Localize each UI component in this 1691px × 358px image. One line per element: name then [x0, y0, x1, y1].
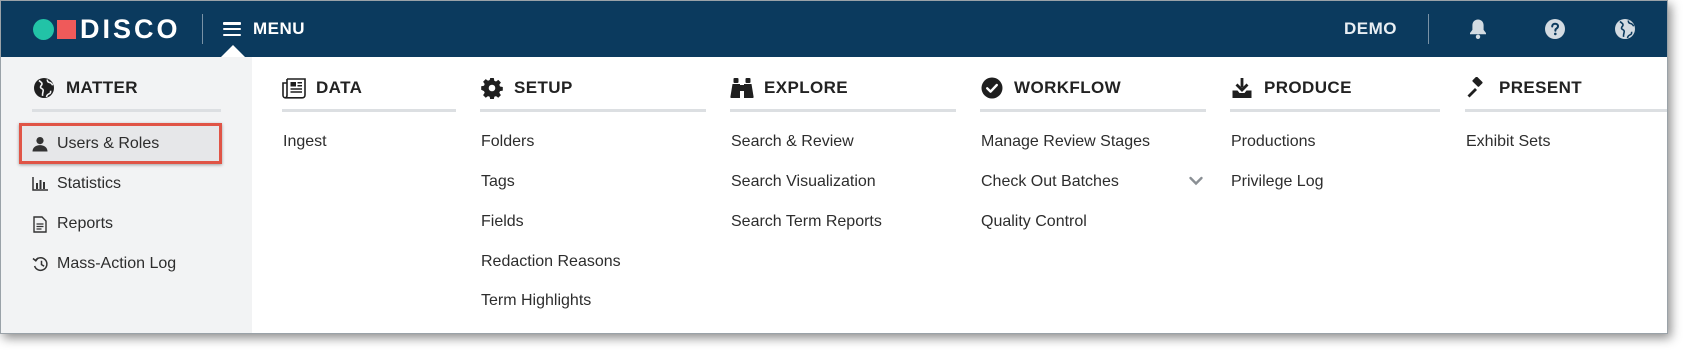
item-label: Reports	[57, 215, 114, 232]
globe-icon	[32, 76, 56, 100]
matter-item-mass-action-log[interactable]: Mass-Action Log	[31, 253, 176, 275]
heading-rule	[480, 109, 706, 112]
matter-item-users-roles[interactable]: Users & Roles	[31, 133, 159, 155]
history-icon	[31, 255, 49, 273]
workflow-item-quality-control[interactable]: Quality Control	[981, 211, 1087, 233]
data-item-ingest[interactable]: Ingest	[283, 131, 327, 153]
bell-icon[interactable]	[1466, 17, 1490, 41]
workflow-heading: WORKFLOW	[980, 75, 1121, 101]
chevron-down-icon[interactable]	[1188, 173, 1204, 189]
heading-rule	[282, 109, 456, 112]
item-label: Statistics	[57, 175, 122, 192]
user-icon	[31, 135, 49, 153]
gear-icon	[480, 76, 504, 100]
disco-window: DISCO MENU DEMO MATTER Users & Roles Sta…	[0, 0, 1668, 334]
logo-square	[57, 19, 76, 39]
divider	[202, 14, 203, 44]
workflow-item-check-out-batches[interactable]: Check Out Batches	[981, 171, 1119, 193]
globe-icon[interactable]	[1613, 17, 1637, 41]
present-item-exhibit-sets[interactable]: Exhibit Sets	[1466, 131, 1550, 153]
matter-item-reports[interactable]: Reports	[31, 213, 113, 235]
help-icon[interactable]	[1543, 17, 1567, 41]
explore-item-search-term-reports[interactable]: Search Term Reports	[731, 211, 882, 233]
matter-column: MATTER Users & Roles Statistics Reports …	[1, 57, 252, 333]
explore-item-search-visualization[interactable]: Search Visualization	[731, 171, 876, 193]
setup-item-term-highlights[interactable]: Term Highlights	[481, 290, 591, 312]
menu-label: MENU	[253, 19, 306, 38]
binoculars-icon	[730, 76, 754, 100]
produce-item-productions[interactable]: Productions	[1231, 131, 1316, 153]
item-label: Mass-Action Log	[57, 255, 177, 272]
explore-item-search-review[interactable]: Search & Review	[731, 131, 854, 153]
divider	[1428, 14, 1429, 44]
setup-item-folders[interactable]: Folders	[481, 131, 534, 153]
produce-heading: PRODUCE	[1230, 75, 1352, 101]
menu-button[interactable]: MENU	[223, 16, 305, 42]
hamburger-icon	[223, 22, 241, 36]
setup-item-fields[interactable]: Fields	[481, 211, 524, 233]
explore-heading: EXPLORE	[730, 75, 848, 101]
heading-rule	[1230, 109, 1440, 112]
matter-item-statistics[interactable]: Statistics	[31, 173, 121, 195]
bar-chart-icon	[31, 175, 49, 193]
logo-text: DISCO	[80, 14, 181, 44]
heading-rule	[1465, 109, 1667, 112]
setup-item-tags[interactable]: Tags	[481, 171, 515, 193]
produce-item-privilege-log[interactable]: Privilege Log	[1231, 171, 1324, 193]
environment-label[interactable]: DEMO	[1344, 19, 1397, 39]
setup-heading: SETUP	[480, 75, 573, 101]
newspaper-icon	[282, 76, 306, 100]
present-heading: PRESENT	[1465, 75, 1582, 101]
workflow-item-manage-review-stages[interactable]: Manage Review Stages	[981, 131, 1150, 153]
document-icon	[31, 215, 49, 233]
setup-item-redaction-reasons[interactable]: Redaction Reasons	[481, 251, 621, 273]
heading-rule	[980, 109, 1206, 112]
mega-menu-panel: MATTER Users & Roles Statistics Reports …	[1, 57, 1667, 333]
item-label: Users & Roles	[57, 135, 160, 152]
logo-dot	[33, 18, 54, 40]
download-tray-icon	[1230, 76, 1254, 100]
top-bar: DISCO MENU DEMO	[1, 1, 1667, 58]
disco-logo[interactable]: DISCO	[33, 15, 181, 43]
heading-rule	[730, 109, 956, 112]
heading-rule	[32, 109, 221, 112]
check-circle-icon	[980, 76, 1004, 100]
gavel-icon	[1465, 76, 1489, 100]
matter-heading: MATTER	[32, 75, 138, 101]
data-heading: DATA	[282, 75, 362, 101]
